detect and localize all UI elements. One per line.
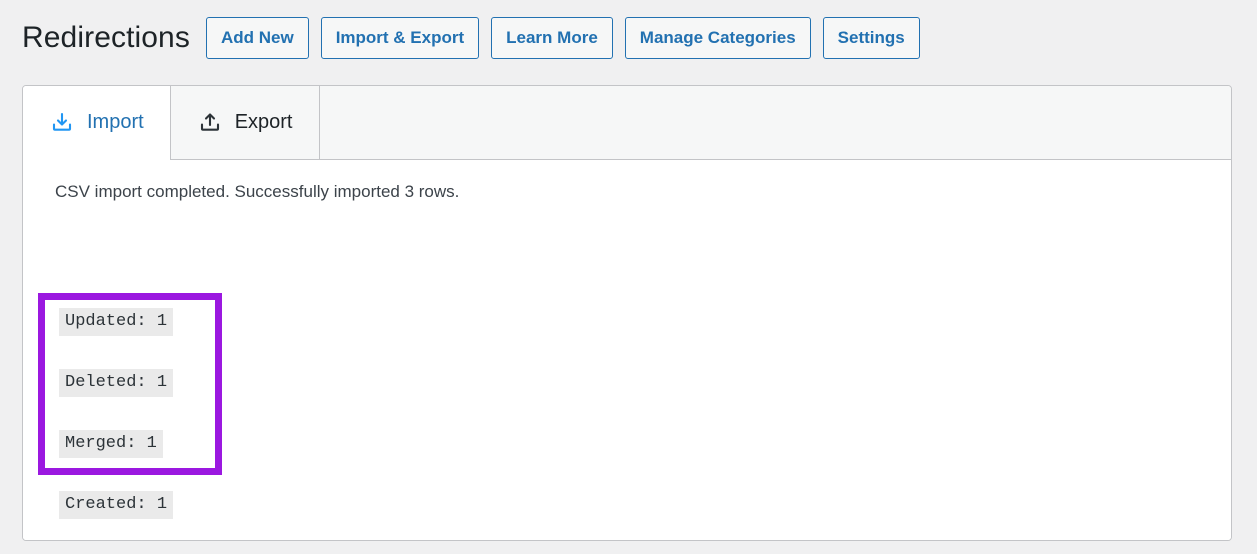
import-export-panel: Import Export CSV import completed. Succ… [22,85,1232,541]
stat-deleted: Deleted: 1 [59,369,174,397]
page-title: Redirections [22,21,190,54]
tab-import[interactable]: Import [23,86,171,160]
manage-categories-button[interactable]: Manage Categories [624,17,811,59]
tab-export[interactable]: Export [171,86,320,159]
stat-merged: Merged: 1 [59,430,163,458]
tab-import-label: Import [87,111,144,133]
import-status-message: CSV import completed. Successfully impor… [55,182,460,201]
import-download-icon [49,110,75,136]
stat-updated: Updated: 1 [59,308,174,336]
import-stats-list: Updated: 1 Deleted: 1 Merged: 1 Created:… [59,308,174,519]
learn-more-button[interactable]: Learn More [491,17,613,59]
settings-button[interactable]: Settings [822,17,920,59]
stat-created: Created: 1 [59,491,174,519]
import-export-button[interactable]: Import & Export [320,17,480,59]
panel-body: CSV import completed. Successfully impor… [23,160,1231,540]
panel-tabbar: Import Export [23,86,1231,160]
tab-export-label: Export [234,111,293,133]
export-upload-icon [197,110,223,136]
page-header: Redirections Add New Import & Export Lea… [0,0,1257,76]
add-new-button[interactable]: Add New [205,17,309,59]
tabbar-filler [320,86,1232,159]
